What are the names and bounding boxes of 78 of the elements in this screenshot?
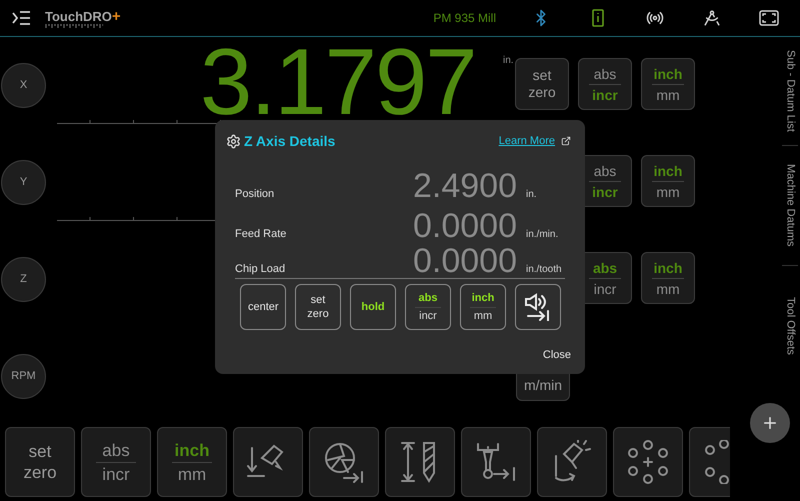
toggle-button[interactable]: abs incr — [405, 284, 451, 330]
field-value: 0.0000 — [413, 209, 517, 243]
external-link-icon — [561, 136, 571, 146]
action-button[interactable]: set zero — [5, 427, 75, 497]
unit-label: in. — [503, 55, 514, 66]
toggle-option: incr — [592, 184, 618, 198]
field-label: Feed Rate — [235, 227, 288, 242]
bolt-circle-icon — [626, 440, 670, 484]
action-button[interactable]: center — [240, 284, 286, 330]
toggle-option: abs — [594, 66, 616, 80]
toggle-option: inch — [654, 66, 682, 80]
settings-icon — [226, 134, 241, 148]
field-value: 2.4900 — [413, 169, 517, 203]
learn-more-link[interactable]: Learn More — [498, 132, 555, 150]
side-tab[interactable]: Tool Offsets — [782, 296, 798, 354]
axis-readout: 3.1797 — [200, 44, 476, 120]
toggle-button[interactable]: inch mm — [460, 284, 506, 330]
toggle-option: inch — [472, 292, 494, 304]
toggle-option: incr — [594, 282, 616, 296]
field-unit: in. — [526, 188, 538, 202]
logo-plus: + — [112, 8, 121, 24]
toggle-option: mm — [474, 310, 492, 322]
sound-button[interactable] — [515, 284, 561, 330]
side-tab[interactable]: Machine Datums — [782, 164, 798, 247]
field-label: Chip Load — [235, 262, 286, 277]
toggle-option: abs — [592, 260, 618, 274]
compass-icon[interactable] — [702, 9, 720, 27]
axis-button[interactable]: X — [1, 63, 46, 108]
toggle-option: incr — [592, 88, 618, 102]
field-label: Position — [235, 187, 276, 202]
toggle-button[interactable]: abs incr — [81, 427, 151, 497]
axis-button[interactable]: RPM — [1, 354, 46, 399]
field-unit: in./tooth — [526, 263, 563, 277]
toggle-option: mm — [656, 184, 680, 198]
wireless-icon[interactable] — [646, 9, 664, 27]
close-button[interactable]: Close — [542, 347, 571, 364]
toggle-option: mm — [656, 282, 680, 296]
dialog-title: Z Axis Details — [244, 132, 336, 150]
toggle-option: mm — [178, 466, 206, 482]
tool-button[interactable] — [385, 427, 455, 497]
toggle-option: inch — [654, 164, 682, 178]
probe-icon — [474, 440, 518, 484]
axis-button[interactable]: Z — [1, 257, 46, 302]
end-mill-icon — [322, 440, 366, 484]
tool-button[interactable] — [233, 427, 303, 497]
toggle-option: inch — [654, 260, 682, 274]
tool-button[interactable] — [309, 427, 379, 497]
axis-button[interactable]: Y — [1, 160, 46, 205]
toggle-button[interactable]: inch mm — [641, 155, 695, 207]
toggle-option: abs — [594, 164, 616, 178]
field-unit: in./min. — [526, 228, 560, 242]
toggle-option: inch — [174, 442, 210, 458]
toggle-option: incr — [102, 466, 130, 482]
tool-button[interactable] — [537, 427, 607, 497]
toggle-button[interactable]: inch mm — [641, 58, 695, 110]
tool-button[interactable] — [613, 427, 683, 497]
menu-icon[interactable] — [12, 11, 30, 25]
add-button[interactable] — [750, 403, 790, 443]
action-button[interactable]: hold — [350, 284, 396, 330]
toggle-option: abs — [418, 292, 438, 304]
fullscreen-icon[interactable] — [758, 10, 778, 26]
action-button[interactable]: set zero — [515, 58, 569, 110]
logo-ticks — [45, 24, 103, 28]
action-button[interactable]: set zero — [295, 284, 341, 330]
toggle-button[interactable]: abs incr — [578, 58, 632, 110]
toggle-option: incr — [419, 310, 437, 322]
speaker-arrow-icon — [524, 293, 552, 321]
plus-icon — [761, 414, 779, 432]
toggle-button[interactable]: inch mm — [157, 427, 227, 497]
toggle-option: mm — [656, 88, 680, 102]
toggle-option: abs — [102, 442, 130, 458]
toggle-button[interactable]: inch mm — [641, 252, 695, 304]
phone-info-icon[interactable] — [592, 9, 604, 27]
logo-text: TouchDRO — [45, 10, 112, 22]
side-tab[interactable]: Sub - Datum List — [782, 50, 798, 132]
machine-name: PM 935 Mill — [433, 10, 496, 27]
tool-button[interactable] — [461, 427, 531, 497]
field-value: 0.0000 — [413, 244, 517, 278]
